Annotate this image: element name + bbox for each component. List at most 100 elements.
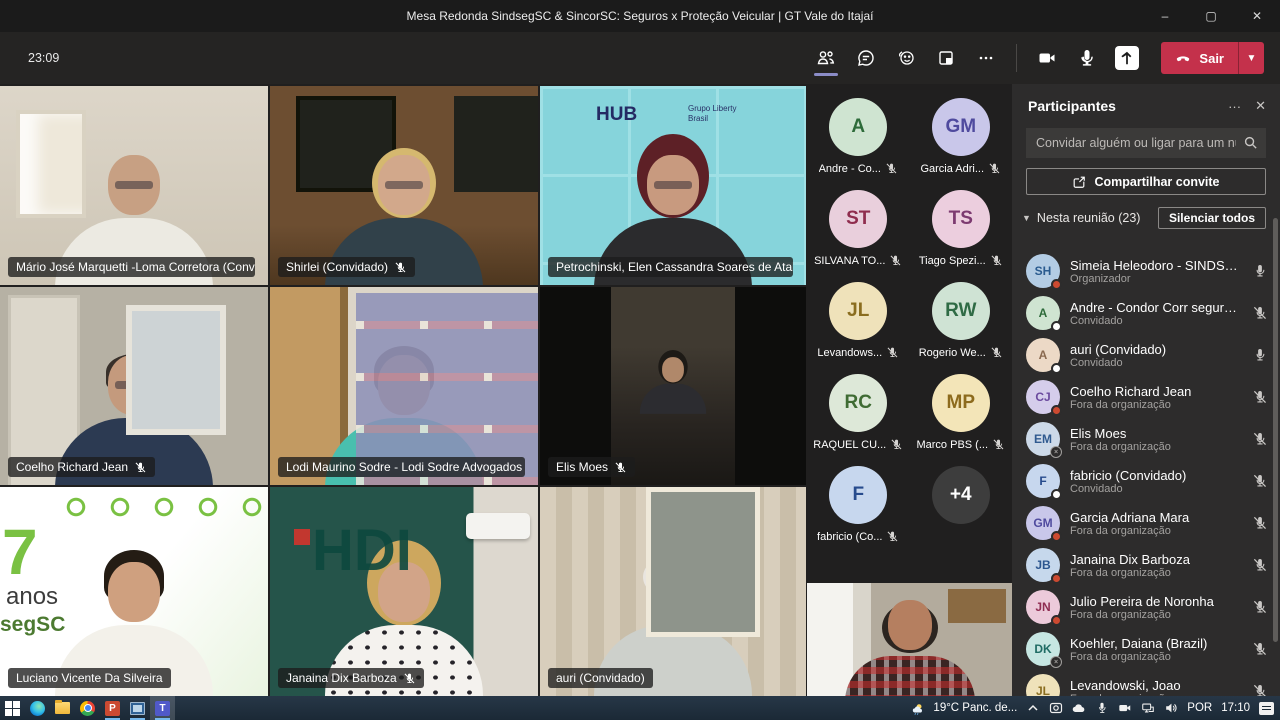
- participant-row[interactable]: DK×Koehler, Daiana (Brazil)Fora da organ…: [1012, 628, 1280, 670]
- mic-off-icon[interactable]: [992, 438, 1005, 451]
- mic-off-icon[interactable]: [886, 346, 899, 359]
- participant-row[interactable]: CJCoelho Richard JeanFora da organização: [1012, 376, 1280, 418]
- mic-off-icon[interactable]: [990, 346, 1003, 359]
- action-center-icon[interactable]: [1259, 702, 1274, 715]
- audio-tile[interactable]: RWRogerio We...: [910, 282, 1013, 364]
- hidden-icons-chevron[interactable]: [1026, 701, 1040, 715]
- mic-off-icon[interactable]: [1252, 473, 1268, 489]
- share-screen-button[interactable]: [1107, 38, 1147, 78]
- edge-icon: [30, 701, 45, 716]
- participant-row[interactable]: AAndre - Condor Corr seguros ...Convidad…: [1012, 292, 1280, 334]
- participant-row[interactable]: Ffabricio (Convidado)Convidado: [1012, 460, 1280, 502]
- taskbar-teams[interactable]: T: [150, 696, 175, 720]
- video-tile-petro[interactable]: HUBGrupo Liberty BrasilPetrochinski, Ele…: [540, 86, 806, 285]
- participant-row[interactable]: JNJulio Pereira de NoronhaFora da organi…: [1012, 586, 1280, 628]
- mic-off-icon[interactable]: [889, 254, 902, 267]
- taskbar-chrome[interactable]: [75, 696, 100, 720]
- panel-more-button[interactable]: ···: [1228, 99, 1241, 114]
- minimize-button[interactable]: –: [1142, 0, 1188, 32]
- audio-tile[interactable]: MPMarco PBS (...: [910, 374, 1013, 456]
- audio-tile[interactable]: GMGarcia Adri...: [910, 98, 1013, 180]
- mic-off-icon[interactable]: [134, 461, 147, 474]
- mic-off-icon[interactable]: [1252, 389, 1268, 405]
- taskbar-remote-desktop[interactable]: [125, 696, 150, 720]
- mic-off-icon[interactable]: [1252, 683, 1268, 696]
- video-tile-lodi[interactable]: Lodi Maurino Sodre - Lodi Sodre Advogado…: [270, 287, 538, 485]
- video-tile-shirlei[interactable]: Shirlei (Convidado): [270, 86, 538, 285]
- clock[interactable]: 17:10: [1221, 702, 1250, 714]
- section-collapse-caret[interactable]: ▼: [1022, 213, 1031, 223]
- participant-row[interactable]: GMGarcia Adriana MaraFora da organização: [1012, 502, 1280, 544]
- breakout-rooms-button[interactable]: [926, 38, 966, 78]
- audio-tile[interactable]: RCRAQUEL CU...: [807, 374, 910, 456]
- mic-off-icon[interactable]: [394, 261, 407, 274]
- mic-off-icon[interactable]: [1252, 305, 1268, 321]
- participant-name-label: Luciano Vicente Da Silveira: [8, 668, 171, 688]
- audio-tile[interactable]: +4: [910, 466, 1013, 548]
- start-button[interactable]: [0, 696, 25, 720]
- participant-row[interactable]: EM×Elis MoesFora da organização: [1012, 418, 1280, 460]
- avatar: JB: [1026, 548, 1060, 582]
- reactions-button[interactable]: [886, 38, 926, 78]
- participant-row[interactable]: SHSimeia Heleodoro - SINDSEG...Organizad…: [1012, 250, 1280, 292]
- mic-off-icon[interactable]: [1252, 515, 1268, 531]
- camera-toggle-button[interactable]: [1027, 38, 1067, 78]
- mic-off-icon[interactable]: [614, 461, 627, 474]
- mic-off-icon[interactable]: [988, 162, 1001, 175]
- mic-off-icon[interactable]: [890, 438, 903, 451]
- video-tile-elis[interactable]: Elis Moes: [540, 287, 806, 485]
- audio-tile[interactable]: JLLevandows...: [807, 282, 910, 364]
- self-view-tile[interactable]: [807, 583, 1012, 696]
- participant-row[interactable]: JBJanaina Dix BarbozaFora da organização: [1012, 544, 1280, 586]
- avatar: TS: [932, 190, 990, 248]
- avatar: A: [1026, 296, 1060, 330]
- taskbar-file-explorer[interactable]: [50, 696, 75, 720]
- audio-tile[interactable]: TSTiago Spezi...: [910, 190, 1013, 272]
- taskbar-powerpoint[interactable]: P: [100, 696, 125, 720]
- windows-taskbar: P T 19°C Panc. de... POR 17:10: [0, 696, 1280, 720]
- tray-camera-icon[interactable]: [1118, 701, 1132, 715]
- leave-options-caret[interactable]: ▼: [1238, 42, 1264, 74]
- speaker-icon[interactable]: [1164, 701, 1178, 715]
- maximize-button[interactable]: ▢: [1188, 0, 1234, 32]
- video-tile-mario[interactable]: Mário José Marquetti -Loma Corretora (Co…: [0, 86, 268, 285]
- participant-row[interactable]: JL×Levandowski, JoaoFora da organização: [1012, 670, 1280, 696]
- onedrive-icon[interactable]: [1072, 701, 1086, 715]
- close-button[interactable]: ✕: [1234, 0, 1280, 32]
- audio-tile[interactable]: Ffabricio (Co...: [807, 466, 910, 548]
- video-tile-auri[interactable]: auri (Convidado): [540, 487, 806, 696]
- more-actions-button[interactable]: [966, 38, 1006, 78]
- audio-tile[interactable]: STSILVANA TO...: [807, 190, 910, 272]
- mic-off-icon[interactable]: [885, 162, 898, 175]
- audio-tile[interactable]: AAndre - Co...: [807, 98, 910, 180]
- tray-mic-icon[interactable]: [1095, 701, 1109, 715]
- hangup-icon: [1175, 50, 1191, 66]
- mic-off-icon[interactable]: [1252, 599, 1268, 615]
- share-invite-button[interactable]: Compartilhar convite: [1026, 168, 1266, 195]
- mic-off-icon[interactable]: [886, 530, 899, 543]
- show-chat-button[interactable]: [846, 38, 886, 78]
- mic-off-icon[interactable]: [1252, 557, 1268, 573]
- video-tile-janaina[interactable]: HDIJanaina Dix Barboza: [270, 487, 538, 696]
- video-tile-luciano[interactable]: 7anossegSCLuciano Vicente Da Silveira: [0, 487, 268, 696]
- video-tile-coelho[interactable]: Coelho Richard Jean: [0, 287, 268, 485]
- mic-off-icon[interactable]: [1252, 641, 1268, 657]
- leave-button[interactable]: Sair ▼: [1161, 42, 1264, 74]
- mic-on-icon[interactable]: [1252, 263, 1268, 279]
- panel-close-button[interactable]: ✕: [1255, 98, 1266, 114]
- mic-off-icon[interactable]: [990, 254, 1003, 267]
- participant-row[interactable]: Aauri (Convidado)Convidado: [1012, 334, 1280, 376]
- weather-label[interactable]: 19°C Panc. de...: [933, 702, 1017, 714]
- participants-scrollbar[interactable]: [1273, 218, 1278, 642]
- language-indicator[interactable]: POR: [1187, 702, 1212, 714]
- mic-toggle-button[interactable]: [1067, 38, 1107, 78]
- mic-off-icon[interactable]: [403, 672, 416, 685]
- network-icon[interactable]: [1141, 701, 1155, 715]
- meet-now-icon[interactable]: [1049, 701, 1063, 715]
- invite-search-input[interactable]: [1026, 128, 1266, 158]
- show-participants-button[interactable]: [806, 38, 846, 78]
- mute-all-button[interactable]: Silenciar todos: [1158, 207, 1266, 229]
- mic-on-icon[interactable]: [1252, 347, 1268, 363]
- taskbar-edge[interactable]: [25, 696, 50, 720]
- mic-off-icon[interactable]: [1252, 431, 1268, 447]
